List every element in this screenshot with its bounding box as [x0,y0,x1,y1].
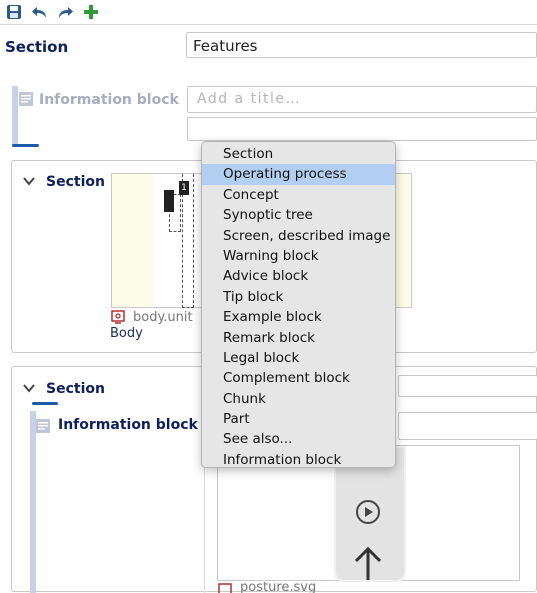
add-icon[interactable] [82,3,100,21]
menu-item-see-also[interactable]: See also... [202,429,395,449]
section-panel-label: Section [46,381,105,397]
menu-item-example-block[interactable]: Example block [202,307,395,327]
section3-title-input[interactable] [398,375,537,397]
marker-icon [164,190,174,212]
info-block-label: Information block [39,92,179,108]
menu-item-part[interactable]: Part [202,409,395,429]
menu-item-remark-block[interactable]: Remark block [202,328,395,348]
toolbar [0,0,537,25]
redo-icon[interactable] [56,3,74,21]
info-block-underline [12,144,39,147]
info-block-title-input[interactable]: Add a title… [187,86,537,113]
menu-item-operating-process[interactable]: Operating process [202,164,395,185]
marker-icon: 1 [179,181,189,195]
info-block-title-placeholder: Add a title… [197,91,301,107]
menu-item-complement-block[interactable]: Complement block [202,368,395,388]
menu-item-chunk[interactable]: Chunk [202,389,395,409]
menu-item-legal-block[interactable]: Legal block [202,348,395,368]
menu-item-synoptic-tree[interactable]: Synoptic tree [202,205,395,225]
menu-item-section[interactable]: Section [202,144,395,164]
insert-context-menu: Section Operating process Concept Synopt… [201,141,396,468]
paragraph-icon [19,92,33,106]
menu-item-warning-block[interactable]: Warning block [202,246,395,266]
info-block-label: Information block [58,417,198,433]
play-icon[interactable] [356,500,380,524]
section-title-input[interactable]: Features [186,32,537,58]
section-underline [32,402,58,405]
menu-item-information-block[interactable]: Information block [202,450,395,470]
image-file-icon [111,310,125,324]
menu-item-screen-described-image[interactable]: Screen, described image [202,226,395,246]
section-panel-label: Section [46,174,105,190]
section-title-value: Features [193,37,258,55]
media-filename: posture.svg [240,582,317,593]
info-block-bar [12,86,18,146]
image-file-icon [218,583,232,593]
section-label: Section [5,38,69,56]
undo-icon[interactable] [31,3,49,21]
chevron-down-icon[interactable] [22,174,36,188]
info-block-subtitle-input[interactable] [187,117,537,141]
paragraph-icon [36,419,50,433]
save-icon[interactable] [5,3,23,21]
media-filename: body.unit [133,310,193,325]
menu-item-concept[interactable]: Concept [202,185,395,205]
media-preview-canvas: 1 [153,174,201,308]
section3-info-title-input[interactable] [398,412,537,440]
media-caption: Body [110,326,143,341]
info-block-bar [30,411,36,593]
chevron-down-icon[interactable] [22,381,36,395]
arrow-up-icon [353,546,383,580]
menu-item-advice-block[interactable]: Advice block [202,266,395,286]
menu-item-tip-block[interactable]: Tip block [202,287,395,307]
